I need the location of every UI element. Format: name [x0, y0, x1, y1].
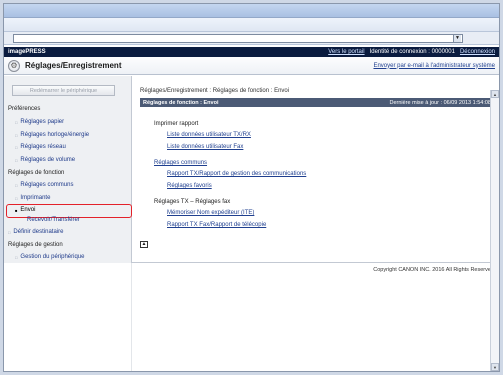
bullet-icon: □	[15, 182, 18, 188]
sidebar-item-destination[interactable]: □ Définir destinataire	[8, 229, 63, 235]
portal-bar: imagePRESS Vers le portail Identité de c…	[4, 47, 499, 57]
sidebar-item-printer[interactable]: □ Imprimante	[15, 195, 50, 201]
sidebar-item-label: Réglages communs	[20, 182, 74, 188]
sidebar-item-label: Recevoir/Transférer	[27, 217, 80, 223]
sidebar-heading-preferences: Préférences	[8, 106, 41, 112]
link-favorites[interactable]: Réglages favoris	[167, 183, 212, 189]
sidebar-empty-area	[4, 263, 132, 371]
link-sender-name[interactable]: Mémoriser Nom expéditeur (ITE)	[167, 210, 254, 216]
sidebar-item-label: Imprimante	[20, 195, 51, 201]
sidebar-heading-management: Réglages de gestion	[8, 242, 63, 248]
link-common-settings[interactable]: Réglages communs	[154, 160, 207, 166]
address-input[interactable]: ▼	[13, 34, 463, 43]
sidebar: Redémarrer le périphérique Préférences □…	[4, 76, 132, 263]
copyright-footer: Copyright CANON INC. 2016 All Rights Res…	[373, 267, 494, 273]
login-id-label: Identité de connexion : 0000001	[369, 49, 455, 55]
sidebar-item-label: Définir destinataire	[13, 229, 64, 235]
browser-title-bar	[4, 4, 499, 18]
sidebar-item-label: Réglages de volume	[20, 157, 76, 163]
portal-link[interactable]: Vers le portail	[328, 49, 364, 55]
page-body: Redémarrer le périphérique Préférences □…	[4, 76, 499, 371]
last-update-label: Dernière mise à jour : 06/09 2013 1:54:0…	[389, 99, 491, 106]
sidebar-item-device-management[interactable]: □ Gestion du périphérique	[15, 254, 84, 260]
bullet-icon: □	[15, 144, 18, 150]
sidebar-item-volume[interactable]: □ Réglages de volume	[15, 157, 75, 163]
sidebar-item-paper[interactable]: □ Réglages papier	[15, 119, 64, 125]
sidebar-heading-function: Réglages de fonction	[8, 170, 65, 176]
page-title: Réglages/Enregistrement	[25, 61, 122, 70]
scroll-up-icon[interactable]: ▲	[491, 90, 499, 98]
bullet-icon: □	[8, 229, 11, 235]
page-content: imagePRESS Vers le portail Identité de c…	[4, 47, 499, 371]
email-admin-link[interactable]: Envoyer par e-mail à l'administrateur sy…	[373, 63, 495, 69]
bullet-icon: □	[15, 254, 18, 260]
address-dropdown-icon[interactable]: ▼	[453, 35, 461, 42]
sidebar-item-label: Gestion du périphérique	[20, 254, 85, 260]
vertical-scrollbar[interactable]: ▲ ▼	[490, 90, 499, 371]
sidebar-item-label: Réglages horloge/énergie	[20, 132, 90, 138]
bullet-icon: □	[15, 119, 18, 125]
group-tx-fax: Réglages TX – Réglages fax	[154, 199, 231, 205]
page-top-icon[interactable]: ▲	[140, 241, 148, 248]
brand-label: imagePRESS	[8, 49, 46, 55]
main-panel: Réglages/Enregistrement : Réglages de fo…	[132, 76, 499, 263]
link-tx-report[interactable]: Rapport TX/Rapport de gestion des commun…	[167, 171, 306, 177]
sidebar-item-common[interactable]: □ Réglages communs	[15, 182, 73, 188]
sidebar-item-send[interactable]: ■ Envoi	[15, 207, 35, 213]
scroll-down-icon[interactable]: ▼	[491, 363, 499, 371]
sidebar-item-receive-forward[interactable]: Recevoir/Transférer	[27, 217, 80, 223]
bullet-icon: □	[15, 195, 18, 201]
group-print-report: Imprimer rapport	[154, 121, 199, 127]
browser-window: ▼ imagePRESS Vers le portail Identité de…	[3, 3, 500, 372]
logout-link[interactable]: Déconnexion	[460, 49, 495, 55]
sidebar-item-label: Envoi	[20, 207, 36, 213]
bullet-icon: □	[15, 132, 18, 138]
link-fax-user-data[interactable]: Liste données utilisateur Fax	[167, 144, 243, 150]
address-row: ▼	[4, 32, 499, 45]
settings-gear-icon: ⚙	[8, 59, 20, 72]
browser-toolbar	[4, 18, 499, 32]
sidebar-item-label: Réglages papier	[20, 119, 65, 125]
section-title: Réglages de fonction : Envoi	[143, 99, 219, 106]
link-fax-tx-report[interactable]: Rapport TX Fax/Rapport de télécopie	[167, 222, 266, 228]
sidebar-item-network[interactable]: □ Réglages réseau	[15, 144, 66, 150]
breadcrumb: Réglages/Enregistrement : Réglages de fo…	[140, 88, 290, 94]
restart-device-button[interactable]: Redémarrer le périphérique	[12, 85, 115, 96]
bullet-icon: □	[15, 157, 18, 163]
bullet-icon: ■	[15, 207, 18, 213]
sidebar-item-clock-energy[interactable]: □ Réglages horloge/énergie	[15, 132, 89, 138]
page-header: ⚙ Réglages/Enregistrement Envoyer par e-…	[4, 57, 499, 75]
section-header: Réglages de fonction : Envoi Dernière mi…	[140, 98, 494, 107]
sidebar-item-label: Réglages réseau	[20, 144, 66, 150]
link-txrx-user-data[interactable]: Liste données utilisateur TX/RX	[167, 132, 251, 138]
portal-links: Vers le portail Identité de connexion : …	[328, 49, 495, 55]
